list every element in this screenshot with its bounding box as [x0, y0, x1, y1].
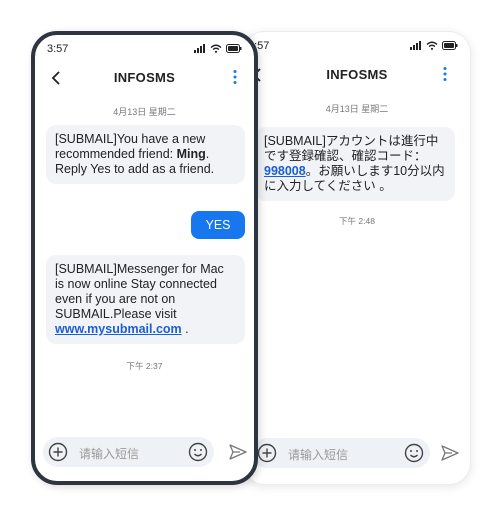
- message-input-placeholder: 请输入短信: [79, 447, 140, 461]
- signal-icon: [410, 41, 421, 50]
- date-divider: 4月13日 星期二: [113, 107, 176, 117]
- message-text: [SUBMAIL]Messenger for Mac is now online…: [55, 262, 224, 321]
- battery-icon: [442, 41, 458, 50]
- wifi-icon: [210, 44, 222, 53]
- message-bubble-incoming: [SUBMAIL]Messenger for Mac is now online…: [46, 255, 245, 344]
- message-text-tail: .: [181, 322, 189, 336]
- date-divider: 4月13日 星期二: [325, 104, 389, 114]
- status-time: 3:57: [47, 43, 69, 55]
- message-input[interactable]: 请输入短信: [252, 438, 430, 468]
- conversation-header: INFOSMS: [35, 63, 254, 93]
- emoji-icon[interactable]: [404, 443, 424, 463]
- wifi-icon: [426, 41, 438, 50]
- more-vertical-icon[interactable]: [232, 69, 238, 85]
- message-bubble-incoming: [SUBMAIL]アカウントは進行中です登録確認、確認コード：998008。お願…: [255, 127, 455, 201]
- send-icon[interactable]: [440, 443, 460, 463]
- plus-circle-icon[interactable]: [48, 442, 68, 462]
- conversation-header: INFOSMS: [244, 60, 470, 90]
- send-icon[interactable]: [228, 442, 248, 462]
- status-bar: 3:57: [47, 43, 242, 57]
- battery-icon: [226, 44, 242, 53]
- conversation-title: INFOSMS: [326, 67, 388, 82]
- emoji-icon[interactable]: [188, 442, 208, 462]
- signal-icon: [194, 44, 205, 53]
- status-bar: 3:57: [248, 40, 458, 54]
- phone-back: 3:57 INFOSMS 4月13日 星期二 [SUBMAIL]アカウントは進行…: [243, 31, 471, 485]
- verification-code-link[interactable]: 998008: [264, 164, 306, 178]
- message-input-placeholder: 请输入短信: [288, 448, 349, 462]
- conversation-title: INFOSMS: [113, 70, 176, 85]
- friend-name: Ming: [176, 147, 206, 161]
- more-vertical-icon[interactable]: [442, 66, 448, 82]
- message-bubble-outgoing: YES: [191, 211, 245, 239]
- plus-circle-icon[interactable]: [257, 443, 277, 463]
- message-input[interactable]: 请输入短信: [43, 437, 214, 467]
- website-link[interactable]: www.mysubmail.com: [55, 322, 182, 336]
- message-timestamp: 下午 2:37: [126, 361, 163, 371]
- message-timestamp: 下午 2:48: [339, 216, 375, 226]
- phone-front: 3:57 INFOSMS 4月13日 星期二 [SUBMAIL]You have…: [31, 31, 258, 485]
- message-text: [SUBMAIL]アカウントは進行中です登録確認、確認コード：: [264, 134, 439, 163]
- message-bubble-incoming: [SUBMAIL]You have a new recommended frie…: [46, 125, 245, 184]
